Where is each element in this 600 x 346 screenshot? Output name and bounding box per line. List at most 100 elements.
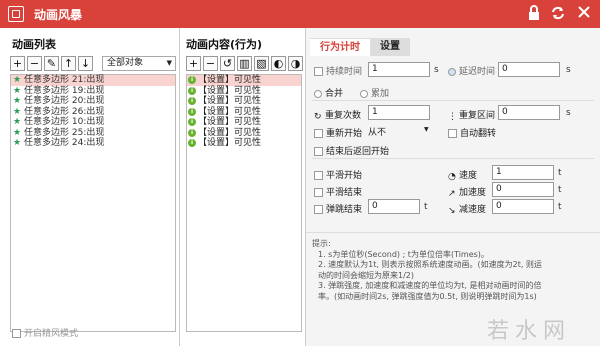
reset-behavior-button[interactable]: ↺ — [220, 56, 235, 71]
smooth-end-option[interactable]: 平滑结束 — [314, 185, 362, 198]
decel-label-group: ↘ 减速度 — [448, 202, 486, 216]
speed-input[interactable]: 1 — [492, 165, 554, 180]
list-item[interactable]: ★ 任意多边形 25:出现 — [11, 128, 175, 139]
list-item[interactable]: ★ 任意多边形 19:出现 — [11, 86, 175, 97]
hint-line: 1. s为单位秒(Second) ; t为单位倍率(Times)。 — [318, 249, 489, 259]
behavior-label: 【设置】可见性 — [198, 127, 262, 138]
repeat-interval-input[interactable]: 0 — [498, 105, 560, 120]
property-tabs: 行为计时 设置 — [310, 38, 410, 56]
animation-content-heading: 动画内容(行为) — [186, 38, 263, 51]
repeat-count-option[interactable]: ↻ 重复次数 — [314, 108, 361, 122]
smooth-start-option[interactable]: 平滑开始 — [314, 168, 362, 181]
toggle-b-button[interactable]: ◑ — [288, 56, 303, 71]
remove-behavior-button[interactable]: − — [203, 56, 218, 71]
star-icon: ★ — [13, 85, 22, 96]
restart-select[interactable]: 从不 ▼ — [368, 125, 430, 138]
chevron-down-icon: ▼ — [166, 59, 172, 67]
list-item[interactable]: ★ 任意多边形 20:出现 — [11, 96, 175, 107]
edit-button[interactable]: ✎ — [44, 56, 59, 71]
together-option[interactable]: 合并 — [314, 86, 343, 99]
list-item[interactable]: ★ 任意多边形 21:出现 — [11, 75, 175, 86]
decel-unit: t — [558, 202, 562, 212]
object-filter-select[interactable]: 全部对象 ▼ — [102, 56, 176, 71]
animation-content-toolbar: + − ↺ ▥ ▧ ◐ ◑ — [186, 56, 303, 72]
tab-settings[interactable]: 设置 — [370, 38, 410, 56]
list-item-label: 任意多边形 24:出现 — [24, 138, 105, 148]
list-item-label: 任意多边形 25:出现 — [24, 127, 105, 138]
lock-icon[interactable] — [525, 5, 543, 23]
list-item[interactable]: ★ 任意多边形 24:出现 — [11, 138, 175, 149]
checkbox-box — [314, 171, 323, 180]
animation-list-toolbar: + − ✎ ↑ ↓ — [10, 56, 93, 72]
repeat-interval-option[interactable]: ⋮ 重复区间 — [448, 108, 496, 122]
duration-option[interactable]: 持续时间 — [314, 64, 362, 77]
list-item[interactable]: i 【设置】可见性 — [187, 117, 301, 128]
auto-reverse-label: 自动翻转 — [460, 129, 497, 139]
delay-option[interactable]: 延迟时间 — [448, 64, 495, 77]
window-title: 动画风暴 — [34, 8, 83, 22]
hint-line: 动的时间会缩短为原来1/2) — [318, 270, 414, 280]
list-item[interactable]: ★ 任意多边形 10:出现 — [11, 117, 175, 128]
restart-value: 从不 — [368, 128, 387, 138]
duration-input[interactable]: 1 — [368, 62, 430, 77]
add-behavior-button[interactable]: + — [186, 56, 201, 71]
animation-storm-window: 动画风暴 动画列表 + − ✎ ↑ ↓ 全部对象 ▼ ★ 任意多边形 21:出现 … — [0, 0, 600, 346]
refresh-icon[interactable] — [549, 5, 567, 23]
auto-reverse-option[interactable]: 自动翻转 — [448, 126, 496, 139]
list-item-label: 任意多边形 26:出现 — [24, 106, 105, 117]
list-item-label: 任意多边形 20:出现 — [24, 96, 105, 106]
decel-icon: ↘ — [448, 205, 456, 216]
star-icon: ★ — [13, 127, 22, 138]
list-item[interactable]: i 【设置】可见性 — [187, 107, 301, 118]
paste-behavior-button[interactable]: ▧ — [254, 56, 269, 71]
delay-label: 延迟时间 — [459, 67, 496, 77]
smooth-mode-checkbox[interactable]: 开启精风模式 — [12, 326, 78, 339]
delay-input[interactable]: 0 — [498, 62, 560, 77]
bounce-end-input[interactable]: 0 — [368, 199, 420, 214]
list-item[interactable]: i 【设置】可见性 — [187, 75, 301, 86]
add-button[interactable]: + — [10, 56, 25, 71]
repeat-interval-label: 重复区间 — [459, 111, 496, 121]
list-item[interactable]: ★ 任意多边形 26:出现 — [11, 107, 175, 118]
divider — [312, 100, 594, 101]
checkbox-box — [314, 188, 323, 197]
radio-dot — [314, 89, 322, 98]
list-item[interactable]: i 【设置】可见性 — [187, 86, 301, 97]
decel-input[interactable]: 0 — [492, 199, 554, 214]
speed-icon: ◔ — [448, 171, 456, 182]
watermark: 若水网 — [487, 319, 572, 344]
back-to-start-option[interactable]: 结束后返回开始 — [314, 144, 389, 157]
restart-option[interactable]: 重新开始 — [314, 126, 362, 139]
smooth-end-label: 平滑结束 — [326, 188, 363, 198]
hint-line: 3. 弹跳强度, 加速度和减速度的单位均为t, 是相对动画时间的倍 — [318, 281, 542, 290]
checkbox-box — [448, 129, 457, 138]
list-item[interactable]: i 【设置】可见性 — [187, 138, 301, 149]
chevron-down-icon: ▼ — [424, 126, 429, 133]
move-up-button[interactable]: ↑ — [61, 56, 76, 71]
back-to-start-label: 结束后返回开始 — [326, 147, 390, 157]
list-item[interactable]: i 【设置】可见性 — [187, 96, 301, 107]
accel-label: 加速度 — [459, 188, 487, 198]
repeat-count-input[interactable]: 1 — [368, 105, 430, 120]
info-icon: i — [188, 139, 196, 147]
info-icon: i — [188, 118, 196, 126]
tab-timing[interactable]: 行为计时 — [310, 38, 370, 56]
bounce-end-unit: t — [424, 202, 428, 212]
list-item-label: 任意多边形 10:出现 — [24, 117, 105, 127]
list-item[interactable]: i 【设置】可见性 — [187, 128, 301, 139]
behavior-label: 【设置】可见性 — [198, 106, 262, 117]
copy-behavior-button[interactable]: ▥ — [237, 56, 252, 71]
smooth-start-label: 平滑开始 — [326, 171, 363, 181]
move-down-button[interactable]: ↓ — [78, 56, 93, 71]
toggle-a-button[interactable]: ◐ — [271, 56, 286, 71]
title-bar: 动画风暴 — [0, 0, 600, 28]
star-icon: ★ — [13, 106, 22, 117]
radio-dot — [448, 67, 456, 76]
accel-input[interactable]: 0 — [492, 182, 554, 197]
delay-unit: s — [566, 65, 571, 75]
restart-label: 重新开始 — [326, 129, 363, 139]
close-icon[interactable] — [575, 5, 593, 23]
remove-button[interactable]: − — [27, 56, 42, 71]
accumulate-option[interactable]: 累加 — [360, 86, 389, 99]
bounce-end-option[interactable]: 弹跳结束 — [314, 202, 362, 215]
